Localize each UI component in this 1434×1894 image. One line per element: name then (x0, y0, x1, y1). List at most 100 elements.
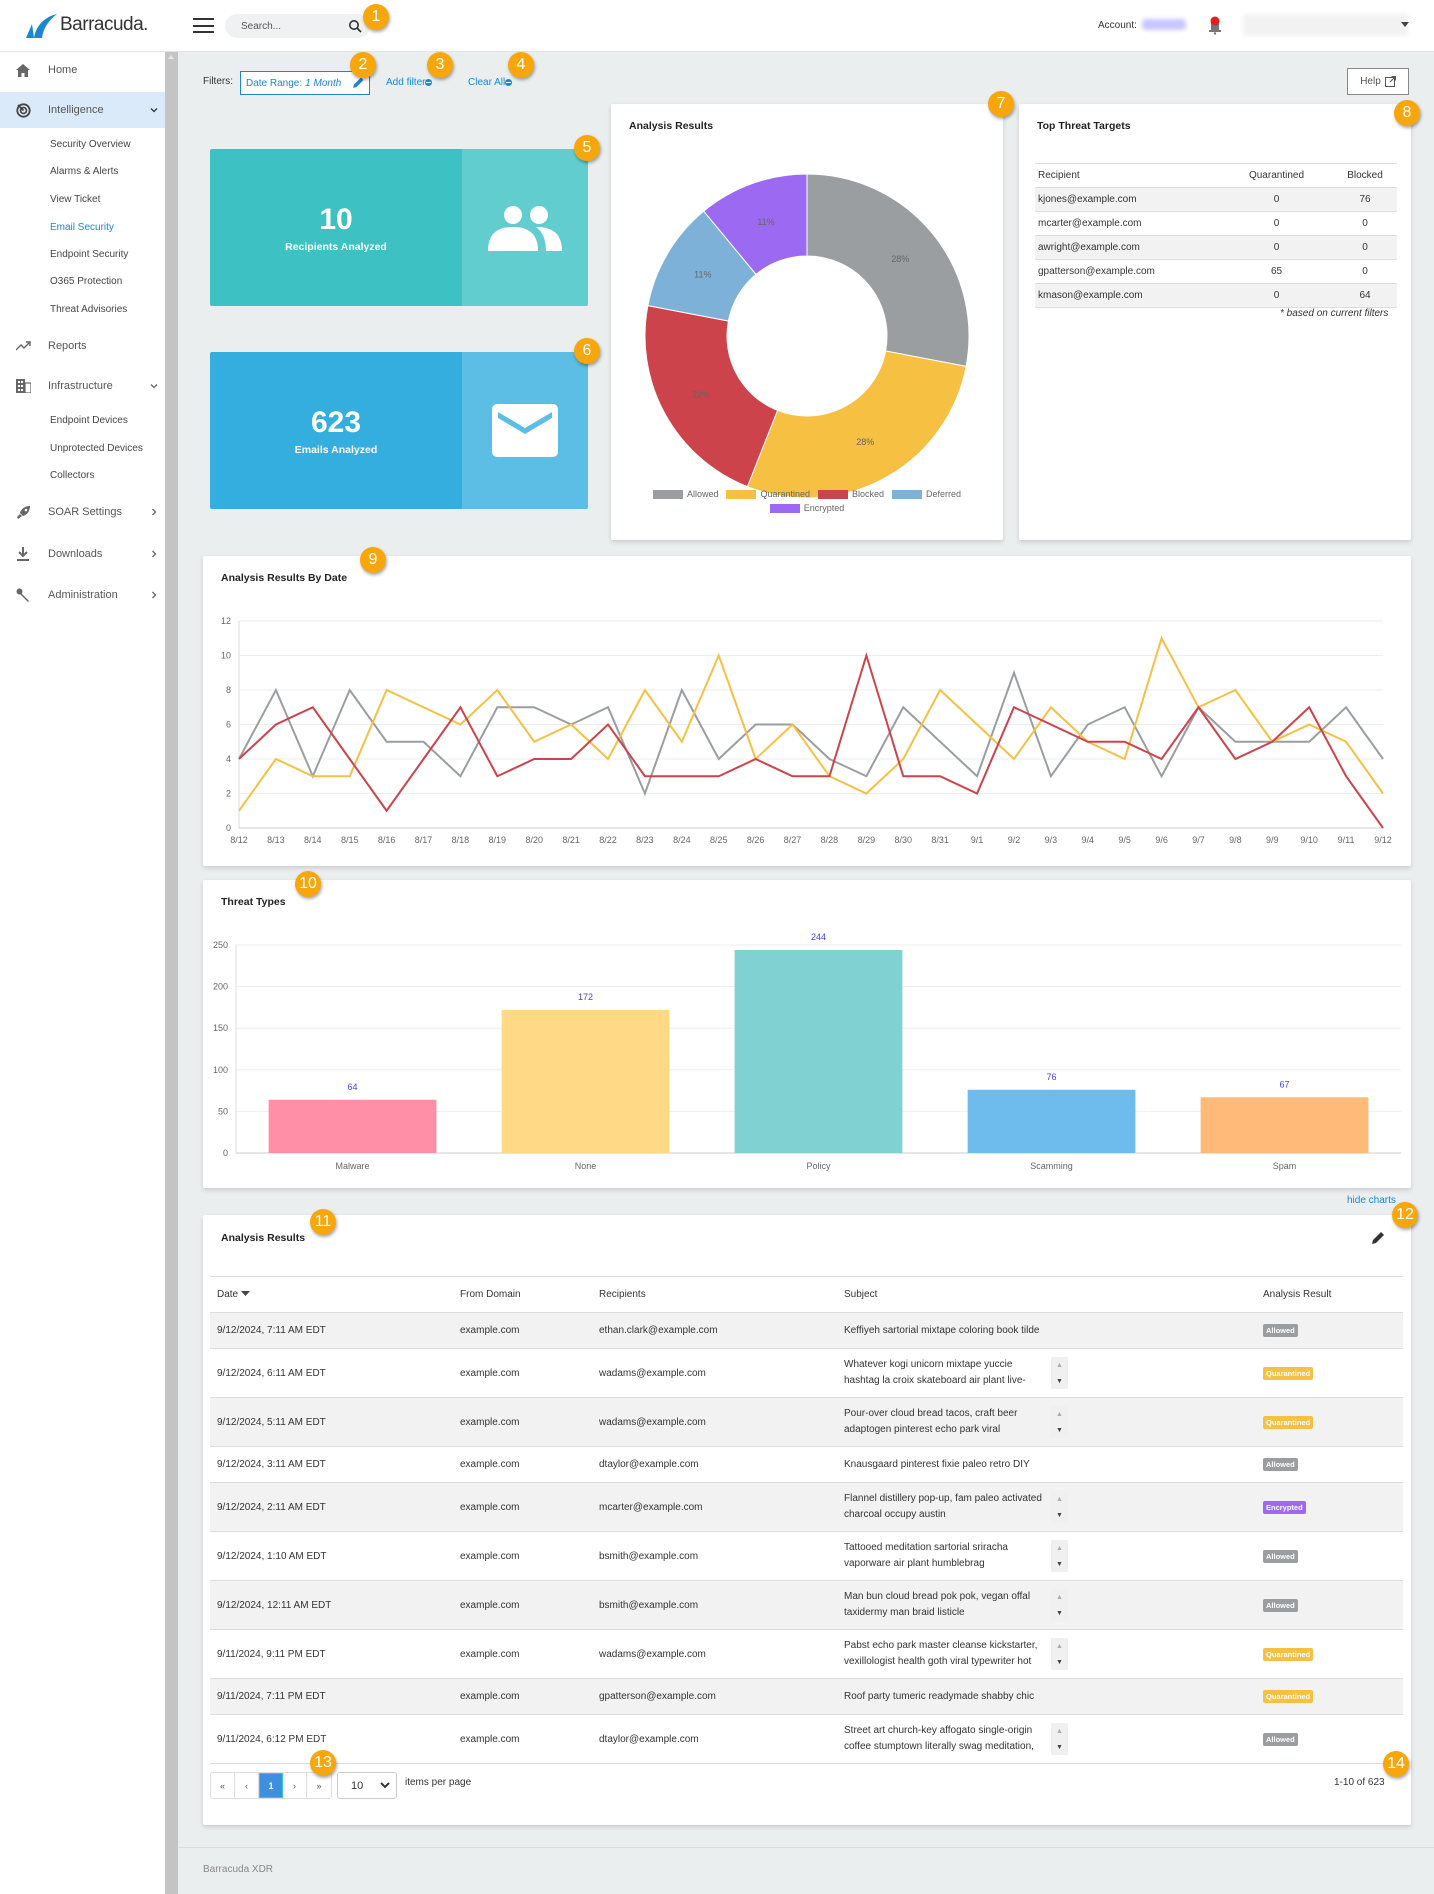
scroll-up-icon[interactable]: ▲ (1056, 1496, 1063, 1503)
result-row[interactable]: 9/12/2024, 1:10 AM EDT example.com bsmith@… (210, 1531, 1403, 1581)
notification-bell-icon[interactable] (1208, 15, 1222, 35)
cell-analysis-result: Allowed (1256, 1580, 1403, 1630)
col-recipients[interactable]: Recipients (592, 1276, 837, 1313)
legend-item-allowed[interactable]: Allowed (652, 489, 718, 499)
edit-columns-pencil-icon[interactable] (1370, 1230, 1386, 1246)
scroll-down-icon[interactable]: ▼ (1056, 1378, 1063, 1385)
result-row[interactable]: 9/11/2024, 7:11 PM EDT example.com gpatter… (210, 1678, 1403, 1715)
scroll-down-icon[interactable]: ▼ (1056, 1610, 1063, 1617)
date-range-filter-chip[interactable]: Date Range: 1 Month (240, 71, 370, 95)
scroll-up-icon[interactable]: ▲ (1056, 1362, 1063, 1369)
cell-recipient: wadams@example.com (592, 1397, 837, 1447)
bar-policy[interactable] (734, 949, 903, 1153)
items-per-page-select[interactable]: 10 (337, 1772, 397, 1799)
scroll-up-icon[interactable]: ▲ (1056, 1594, 1063, 1601)
col-from-domain[interactable]: From Domain (453, 1276, 592, 1313)
result-row[interactable]: 9/11/2024, 9:11 PM EDT example.com wadams@… (210, 1629, 1403, 1679)
subject-scroll-control[interactable]: ▲ ▼ (1051, 1638, 1068, 1670)
items-per-page-value: 10 (351, 1779, 364, 1792)
page-1-button[interactable]: 1 (259, 1773, 283, 1798)
legend-item-encrypted[interactable]: Encrypted (769, 503, 845, 513)
scroll-down-icon[interactable]: ▼ (1056, 1659, 1063, 1666)
add-filter-link[interactable]: Add filter (386, 77, 433, 88)
result-status-badge: Allowed (1263, 1732, 1298, 1746)
clear-all-link[interactable]: Clear All (468, 77, 513, 88)
legend-label: Encrypted (803, 503, 845, 513)
sidebar-item-administration[interactable]: Administration (0, 577, 165, 613)
account-link-redacted[interactable] (1142, 19, 1186, 30)
sidebar-item-unprotected-devices[interactable]: Unprotected Devices (50, 443, 143, 454)
prev-page-button[interactable]: ‹ (235, 1773, 259, 1798)
scroll-up-icon[interactable]: ▲ (1056, 1411, 1063, 1418)
subject-scroll-control[interactable]: ▲ ▼ (1051, 1357, 1068, 1389)
barracuda-logo[interactable]: Barracuda. (24, 12, 148, 38)
result-row[interactable]: 9/12/2024, 5:11 AM EDT example.com wadams@… (210, 1397, 1403, 1447)
sidebar-item-email-security[interactable]: Email Security (50, 222, 114, 233)
sidebar-item-o365-protection[interactable]: O365 Protection (50, 276, 122, 287)
scroll-down-icon[interactable]: ▼ (1056, 1512, 1063, 1519)
result-row[interactable]: 9/12/2024, 7:11 AM EDT example.com ethan.c… (210, 1312, 1403, 1349)
menu-toggle-button[interactable] (193, 18, 214, 33)
scroll-up-icon[interactable]: ▲ (1056, 1728, 1063, 1735)
search-icon[interactable] (348, 19, 362, 33)
subject-scroll-control[interactable]: ▲ ▼ (1051, 1723, 1068, 1755)
pie-slice-blocked[interactable] (644, 305, 779, 488)
user-menu-redacted[interactable] (1243, 14, 1408, 36)
legend-item-quarantined[interactable]: Quarantined (726, 489, 810, 499)
sidebar-item-home[interactable]: Home (0, 52, 165, 88)
bar-scamming[interactable] (967, 1089, 1136, 1153)
x-tick-label: 9/2 (1008, 835, 1021, 845)
col-subject[interactable]: Subject (837, 1276, 1256, 1313)
subject-scroll-control[interactable]: ▲ ▼ (1051, 1491, 1068, 1523)
search-input[interactable] (241, 20, 341, 32)
x-tick-label: 9/10 (1300, 835, 1318, 845)
edit-pencil-icon[interactable] (351, 76, 365, 90)
legend-item-deferred[interactable]: Deferred (892, 489, 961, 499)
sidebar-item-downloads[interactable]: Downloads (0, 536, 165, 572)
bar-malware[interactable] (268, 1099, 437, 1153)
col-date-sortable[interactable]: Date (210, 1276, 453, 1313)
sidebar-item-endpoint-security[interactable]: Endpoint Security (50, 249, 128, 260)
sidebar-item-security-overview[interactable]: Security Overview (50, 139, 131, 150)
pie-slice-quarantined[interactable] (746, 350, 967, 499)
cell-analysis-result: Allowed (1256, 1312, 1403, 1349)
annotation-badge: 10 (295, 871, 321, 897)
subject-scroll-control[interactable]: ▲ ▼ (1051, 1406, 1068, 1438)
scroll-up-icon[interactable]: ▲ (1056, 1545, 1063, 1552)
bar-spam[interactable] (1200, 1097, 1369, 1153)
first-page-button[interactable]: « (211, 1773, 235, 1798)
search-box[interactable] (225, 14, 370, 38)
scroll-down-icon[interactable]: ▼ (1056, 1744, 1063, 1751)
next-page-button[interactable]: › (283, 1773, 307, 1798)
result-row[interactable]: 9/12/2024, 2:11 AM EDT example.com mcarter… (210, 1482, 1403, 1532)
hide-charts-link[interactable]: hide charts (1347, 1195, 1396, 1206)
sidebar-item-view-ticket[interactable]: View Ticket (50, 194, 100, 205)
sidebar-item-reports[interactable]: Reports (0, 328, 165, 364)
result-row[interactable]: 9/12/2024, 3:11 AM EDT example.com dtaylor… (210, 1446, 1403, 1483)
result-row[interactable]: 9/12/2024, 6:11 AM EDT example.com wadams@… (210, 1348, 1403, 1398)
sidebar-scrollbar[interactable] (165, 52, 178, 1894)
sidebar-item-intelligence[interactable]: Intelligence (0, 92, 165, 128)
legend-item-blocked[interactable]: Blocked (818, 489, 884, 499)
col-analysis-result[interactable]: Analysis Result (1256, 1276, 1403, 1313)
scroll-down-icon[interactable]: ▼ (1056, 1427, 1063, 1434)
help-button[interactable]: Help (1347, 68, 1409, 95)
scroll-up-icon[interactable]: ▲ (1056, 1643, 1063, 1650)
sidebar-item-alarms-alerts[interactable]: Alarms & Alerts (50, 166, 118, 177)
result-row[interactable]: 9/11/2024, 6:12 PM EDT example.com dtaylor… (210, 1714, 1403, 1764)
sidebar-item-collectors[interactable]: Collectors (50, 470, 94, 481)
sidebar-item-threat-advisories[interactable]: Threat Advisories (50, 304, 127, 315)
subject-scroll-control[interactable]: ▲ ▼ (1051, 1540, 1068, 1572)
scroll-down-icon[interactable]: ▼ (1056, 1561, 1063, 1568)
subject-scroll-control[interactable]: ▲ ▼ (1051, 1589, 1068, 1621)
sidebar-item-endpoint-devices[interactable]: Endpoint Devices (50, 415, 128, 426)
last-page-button[interactable]: » (307, 1773, 331, 1798)
pie-slice-allowed[interactable] (806, 173, 970, 367)
bar-none[interactable] (501, 1009, 670, 1153)
result-row[interactable]: 9/12/2024, 12:11 AM EDT example.com bsmith… (210, 1580, 1403, 1630)
user-menu-caret-icon[interactable] (1401, 22, 1409, 27)
minus-circle-icon (505, 79, 513, 86)
sidebar-item-infrastructure[interactable]: Infrastructure (0, 368, 165, 404)
sidebar-item-soar-settings[interactable]: SOAR Settings (0, 494, 165, 530)
y-tick-label: 6 (226, 720, 231, 730)
